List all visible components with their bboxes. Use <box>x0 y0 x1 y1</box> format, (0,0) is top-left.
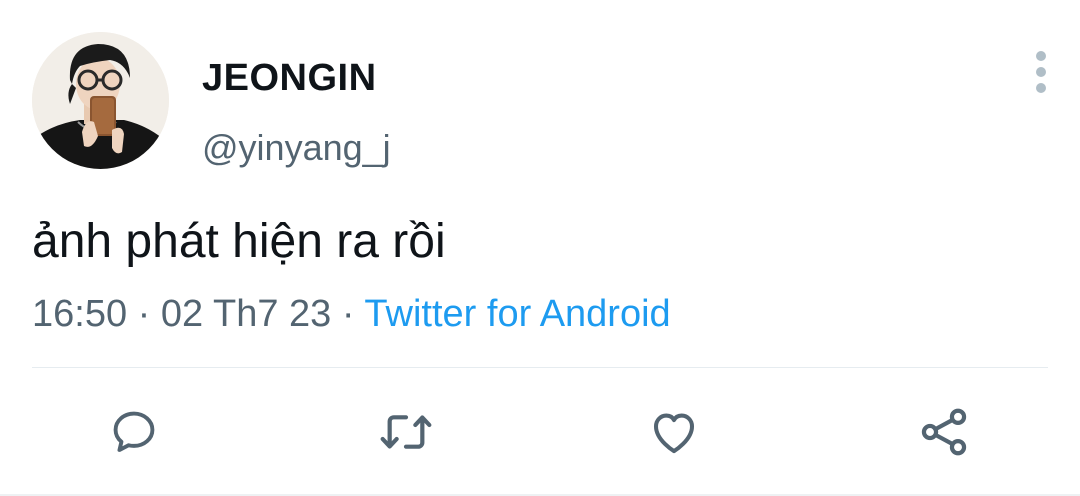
avatar[interactable] <box>32 32 169 169</box>
tweet-time: 16:50 <box>32 293 128 335</box>
meta-separator: · <box>127 293 161 335</box>
more-vertical-icon-dot <box>1036 83 1046 93</box>
display-name[interactable]: JEONGIN <box>202 56 377 100</box>
reply-button[interactable] <box>104 402 164 462</box>
more-vertical-icon <box>1036 51 1046 61</box>
user-handle[interactable]: @yinyang_j <box>202 126 391 170</box>
meta-separator: · <box>331 293 365 335</box>
share-button[interactable] <box>914 402 974 462</box>
retweet-icon <box>380 415 432 449</box>
retweet-button[interactable] <box>376 402 436 462</box>
heart-icon <box>653 413 695 454</box>
tweet-date[interactable]: 02 Th7 23 <box>161 293 331 335</box>
tweet-meta: 16:50 · 02 Th7 23 · Twitter for Android <box>32 291 671 337</box>
reply-icon <box>113 411 155 452</box>
tweet-source-link[interactable]: Twitter for Android <box>364 293 670 335</box>
share-icon <box>921 408 967 456</box>
tweet-text: ảnh phát hiện ra rồi <box>32 215 446 268</box>
like-button[interactable] <box>644 402 704 462</box>
profile-photo <box>32 32 169 169</box>
divider <box>32 367 1048 368</box>
more-vertical-icon-dot <box>1036 67 1046 77</box>
more-options-button[interactable] <box>1024 48 1058 96</box>
